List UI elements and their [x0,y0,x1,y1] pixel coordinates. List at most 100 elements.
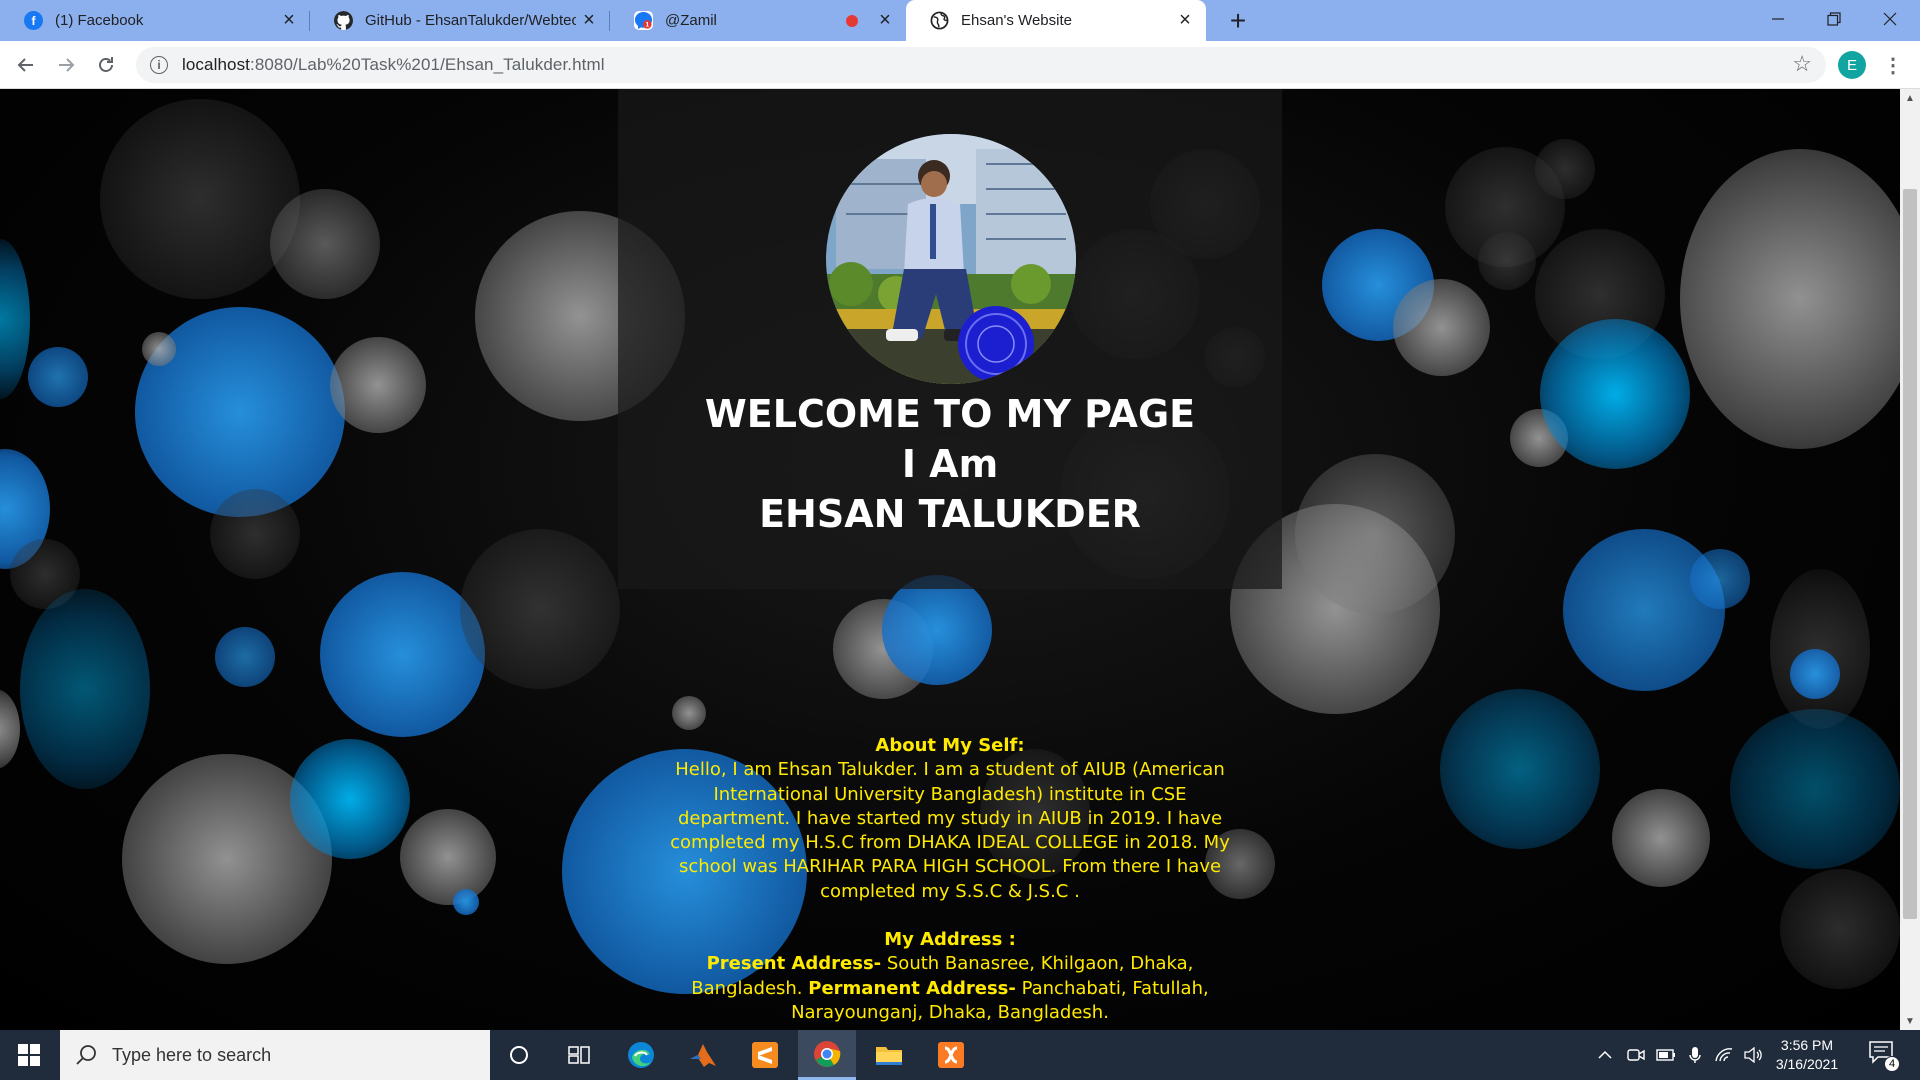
camera-icon [1627,1049,1645,1061]
system-clock[interactable]: 3:56 PM 3/16/2021 [1764,1036,1850,1074]
page-viewport: WELCOME TO MY PAGE I Am EHSAN TALUKDER A… [0,89,1900,1030]
more-menu-icon[interactable]: ⋮ [1880,51,1906,79]
bokeh-circle [330,337,426,433]
cortana-button[interactable] [490,1030,548,1080]
recording-indicator-icon [846,14,858,27]
tab-zamil[interactable]: 1 @Zamil × [610,0,906,41]
bokeh-circle [1440,689,1600,849]
cortana-icon [510,1046,528,1064]
arrow-right-icon [59,58,75,72]
page-scrollbar[interactable]: ▲ ▼ [1900,89,1920,1030]
close-icon[interactable]: × [576,8,602,34]
restore-button[interactable] [1806,0,1862,38]
address-heading: My Address : [884,929,1016,951]
about-text: Hello, I am Ehsan Talukder. I am a stude… [670,759,1230,902]
action-center-button[interactable]: 4 [1868,1040,1900,1072]
url-text[interactable]: localhost:8080/Lab%20Task%201/Ehsan_Talu… [182,55,605,75]
file-explorer-app[interactable] [860,1030,918,1080]
permanent-address-label: Permanent Address- [808,977,1016,999]
github-icon [334,11,353,30]
address-text: Present Address- South Banasree, Khilgao… [660,952,1240,1025]
close-icon[interactable]: × [276,8,302,34]
taskbar-search-box[interactable]: Type here to search [60,1030,490,1080]
close-icon[interactable]: × [872,8,898,34]
bokeh-circle [0,239,30,399]
reload-icon [99,57,113,72]
windows-taskbar: Type here to search 3:56 PM 3/16/2021 4 [0,1030,1920,1080]
battery-button[interactable] [1652,1030,1680,1080]
minimize-button[interactable] [1750,0,1806,38]
bookmark-star-icon[interactable]: ☆ [1792,51,1812,77]
about-section: About My Self: Hello, I am Ehsan Talukde… [660,734,1240,1025]
edge-icon [628,1042,654,1068]
matlab-app[interactable] [674,1030,732,1080]
scroll-down-arrow-icon[interactable]: ▼ [1900,1012,1920,1030]
task-view-button[interactable] [550,1030,608,1080]
sublime-app[interactable] [736,1030,794,1080]
matlab-icon [690,1044,716,1067]
svg-text:1: 1 [645,22,649,29]
tab-label: GitHub - EhsanTalukder/Webtech [365,12,576,29]
wifi-icon [1715,1048,1733,1062]
present-address-label: Present Address- [706,953,882,975]
globe-icon [930,11,949,30]
bokeh-circle [1730,709,1900,869]
profile-avatar[interactable]: E [1838,51,1866,79]
scroll-up-arrow-icon[interactable]: ▲ [1900,89,1920,107]
bokeh-circle [142,332,176,366]
bokeh-circle [400,809,496,905]
info-icon[interactable]: i [150,56,168,74]
forward-button[interactable] [50,49,82,81]
arrow-left-icon [17,58,33,72]
tab-facebook[interactable]: f (1) Facebook × [0,0,310,41]
microphone-button[interactable] [1682,1030,1708,1080]
network-button[interactable] [1710,1030,1738,1080]
back-button[interactable] [10,49,42,81]
microphone-icon [1689,1047,1701,1063]
address-bar[interactable]: i localhost:8080/Lab%20Task%201/Ehsan_Ta… [136,47,1826,83]
window-close-button[interactable] [1862,0,1918,38]
bokeh-circle [215,627,275,687]
bokeh-circle [210,489,300,579]
windows-logo-icon [18,1044,40,1066]
about-heading: About My Self: [875,735,1025,756]
xampp-app[interactable] [922,1030,980,1080]
bokeh-circle [28,347,88,407]
start-button[interactable] [0,1030,58,1080]
bokeh-circle [1393,279,1490,376]
hero-title: WELCOME TO MY PAGE I Am EHSAN TALUKDER [618,389,1282,539]
chevron-up-icon [1598,1050,1612,1059]
chrome-icon [814,1040,841,1067]
bokeh-circle [882,575,992,685]
volume-button[interactable] [1740,1030,1766,1080]
new-tab-button[interactable]: + [1222,5,1254,37]
scrollbar-thumb[interactable] [1903,189,1917,919]
bokeh-circle [453,889,479,915]
browser-toolbar: i localhost:8080/Lab%20Task%201/Ehsan_Ta… [0,41,1920,89]
bokeh-circle [20,589,150,789]
chrome-app[interactable] [798,1030,856,1080]
welcome-heading: WELCOME TO MY PAGE [704,392,1196,436]
tab-label: @Zamil [665,12,717,29]
notification-badge: 4 [1884,1056,1900,1072]
bokeh-circle [1780,869,1900,989]
bokeh-circle [1790,649,1840,699]
tab-github[interactable]: GitHub - EhsanTalukder/Webtech × [310,0,610,41]
task-view-icon [568,1046,590,1064]
tab-strip: f (1) Facebook × GitHub - EhsanTalukder/… [0,0,1920,41]
reload-button[interactable] [90,49,122,81]
messenger-icon: 1 [634,11,653,30]
battery-icon [1656,1049,1675,1061]
show-hidden-icons-button[interactable] [1590,1030,1620,1080]
bokeh-circle [460,529,620,689]
bokeh-circle [1478,232,1536,290]
bokeh-circle [290,739,410,859]
bokeh-circle [1540,319,1690,469]
edge-app[interactable] [612,1030,670,1080]
tab-ehsans-website[interactable]: Ehsan's Website × [906,0,1206,41]
meet-now-button[interactable] [1622,1030,1650,1080]
bokeh-circle [1563,529,1725,691]
intro-heading: I Am [901,442,999,486]
close-icon[interactable]: × [1172,8,1198,34]
